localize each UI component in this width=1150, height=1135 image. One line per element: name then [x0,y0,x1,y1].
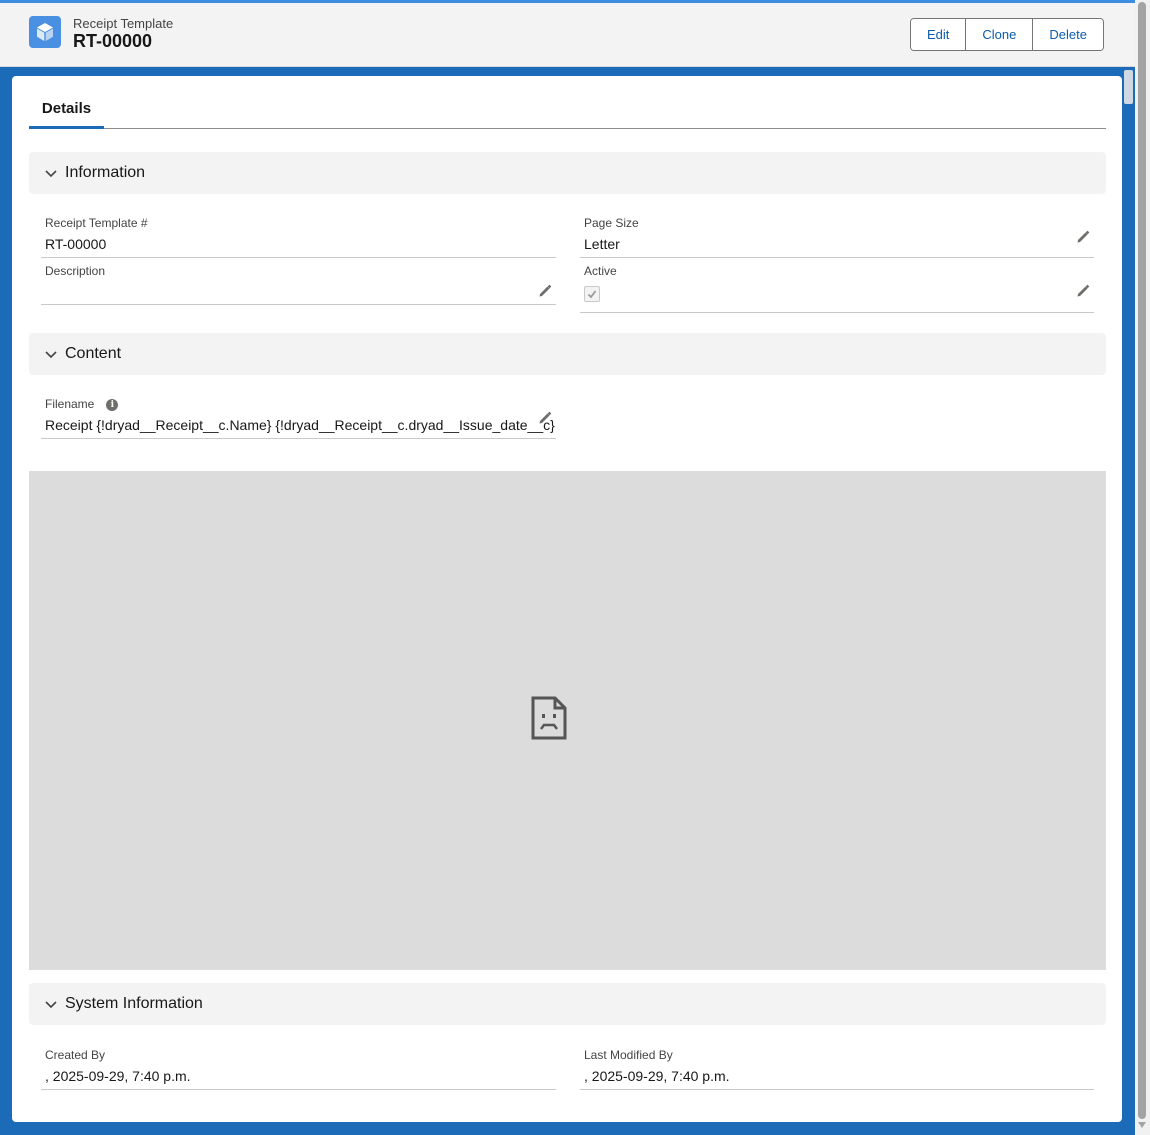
clone-button[interactable]: Clone [966,19,1034,50]
field-receipt-template-number: Receipt Template # RT-00000 [41,216,556,258]
field-value: Receipt {!dryad__Receipt__c.Name} {!drya… [45,417,555,433]
field-label: Active [584,264,617,278]
pencil-icon[interactable] [538,284,552,298]
pencil-icon[interactable] [1076,230,1090,244]
record-detail-card: Details Information Receipt Template # R… [12,76,1122,1122]
field-active: Active [580,264,1094,313]
field-value: RT-00000 [45,236,107,252]
tab-bar: Details [29,76,1106,129]
panel-scrollbar[interactable] [1121,66,1135,106]
chevron-down-icon [45,351,57,359]
section-header-content[interactable]: Content [29,333,1106,375]
record-title: RT-00000 [73,31,153,51]
field-value: Letter [584,236,620,252]
pencil-icon[interactable] [1076,284,1090,298]
active-checkbox [584,286,600,302]
section-header-information[interactable]: Information [29,152,1106,194]
cube-icon [29,16,61,48]
field-last-modified-by: Last Modified By , 2025-09-29, 7:40 p.m. [580,1048,1094,1090]
section-title: Information [65,164,146,181]
section-title: Content [65,345,122,362]
template-preview-frame [29,471,1106,970]
section-title: System Information [65,995,203,1012]
field-label: Created By [45,1048,106,1062]
tab-details[interactable]: Details [29,76,104,129]
window-scroll-thumb[interactable] [1138,2,1146,1119]
chevron-down-icon [45,1001,57,1009]
action-button-group: Edit Clone Delete [910,18,1104,51]
section-header-system-information[interactable]: System Information [29,983,1106,1025]
field-value: , 2025-09-29, 7:40 p.m. [45,1068,191,1084]
pencil-icon[interactable] [538,411,552,425]
broken-document-icon [531,696,567,740]
window-scrollbar[interactable] [1135,0,1150,1135]
field-description: Description [41,264,556,305]
info-icon[interactable]: i [106,398,119,411]
field-filename: Filename i Receipt {!dryad__Receipt__c.Na… [41,397,556,439]
field-label: Description [45,264,106,278]
checkmark-icon [587,290,597,299]
edit-button[interactable]: Edit [911,19,967,50]
field-label-text: Filename [45,397,95,411]
panel-scroll-thumb[interactable] [1124,70,1133,104]
field-label: Filename i [45,397,119,411]
field-label: Last Modified By [584,1048,673,1062]
field-label: Receipt Template # [45,216,148,230]
field-value: , 2025-09-29, 7:40 p.m. [584,1068,730,1084]
object-type-label: Receipt Template [73,16,174,31]
field-page-size: Page Size Letter [580,216,1094,258]
field-label: Page Size [584,216,639,230]
scroll-down-arrow-icon[interactable] [1138,1122,1146,1128]
chevron-down-icon [45,170,57,178]
delete-button[interactable]: Delete [1033,19,1103,50]
field-created-by: Created By , 2025-09-29, 7:40 p.m. [41,1048,556,1090]
record-header: Receipt Template RT-00000 Edit Clone Del… [0,3,1135,67]
